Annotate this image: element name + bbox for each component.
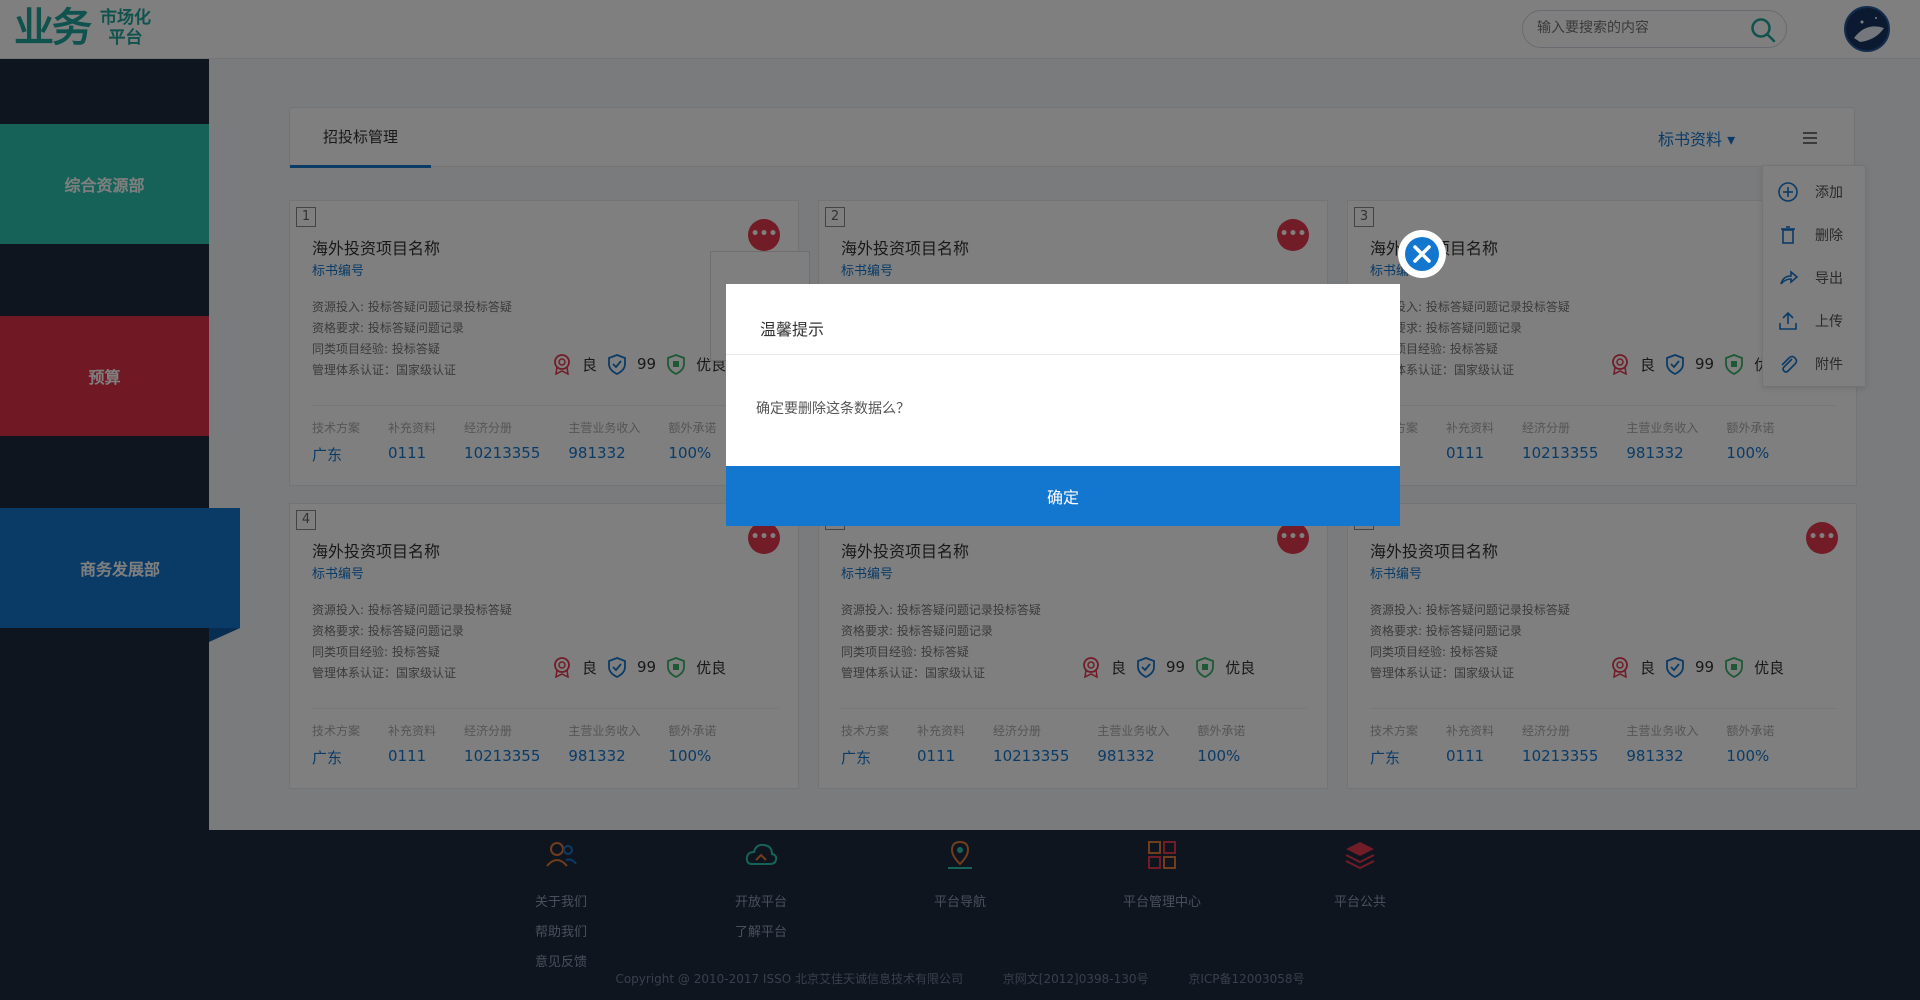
dialog-message: 确定要删除这条数据么？ xyxy=(756,401,910,417)
close-icon xyxy=(1405,237,1439,271)
dialog-title: 温馨提示 xyxy=(760,320,825,339)
dialog-close-button[interactable] xyxy=(1398,230,1446,278)
dialog-divider xyxy=(726,354,1400,355)
confirm-button[interactable]: 确定 xyxy=(726,466,1400,526)
confirm-dialog: 温馨提示 确定要删除这条数据么？ 确定 xyxy=(726,284,1400,526)
